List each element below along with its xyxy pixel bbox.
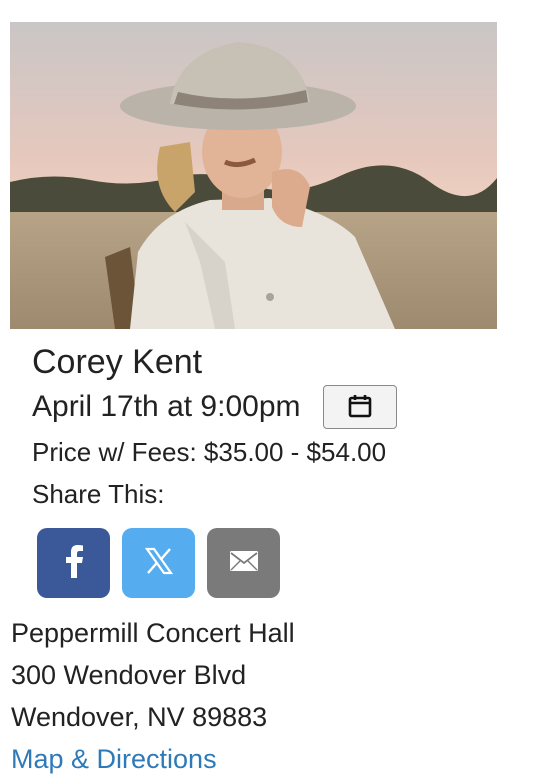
event-details: Corey Kent April 17th at 9:00pm Price w/… (32, 340, 522, 598)
event-photo (10, 22, 497, 329)
email-icon (229, 550, 259, 577)
map-directions-link[interactable]: Map & Directions (11, 738, 217, 780)
share-x-button[interactable] (122, 528, 195, 598)
event-date: April 17th at 9:00pm (32, 390, 301, 423)
share-label: Share This: (32, 479, 165, 509)
calendar-icon (347, 393, 373, 422)
date-row: April 17th at 9:00pm (32, 384, 522, 430)
facebook-icon (63, 544, 85, 583)
venue-name: Peppermill Concert Hall (11, 618, 295, 648)
add-to-calendar-button[interactable] (322, 385, 397, 429)
venue-address-line1: 300 Wendover Blvd (11, 660, 247, 690)
share-buttons (37, 528, 522, 598)
x-icon (144, 547, 173, 580)
event-title: Corey Kent (32, 343, 203, 381)
venue-info: Peppermill Concert Hall 300 Wendover Blv… (11, 612, 521, 780)
share-facebook-button[interactable] (37, 528, 110, 598)
share-email-button[interactable] (207, 528, 280, 598)
event-price: Price w/ Fees: $35.00 - $54.00 (32, 437, 387, 467)
event-page: Corey Kent April 17th at 9:00pm Price w/… (0, 0, 540, 780)
venue-address-line2: Wendover, NV 89883 (11, 702, 268, 732)
